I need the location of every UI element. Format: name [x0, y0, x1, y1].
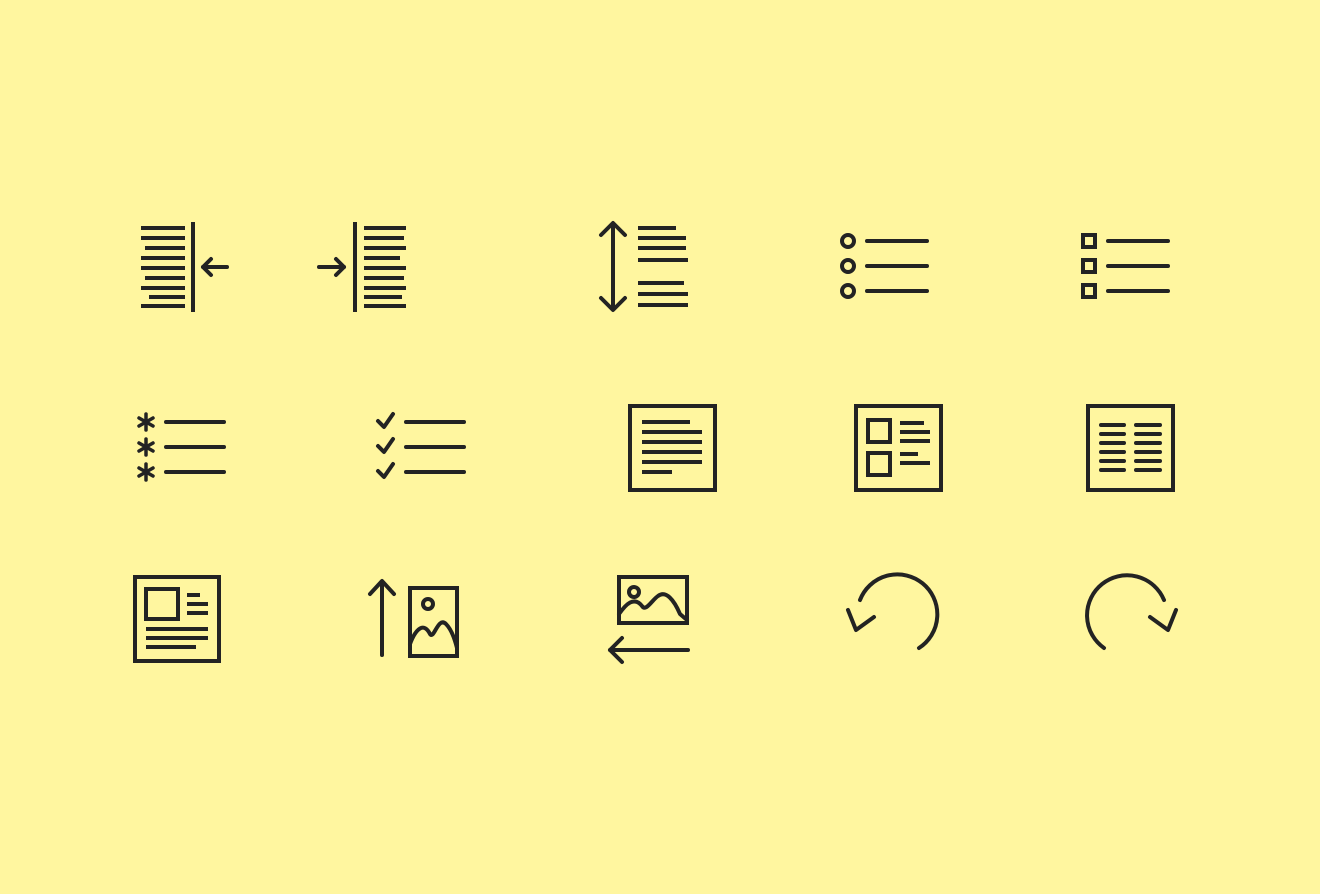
checklist-icon[interactable]	[376, 412, 466, 479]
layout-two-images-text-icon[interactable]	[854, 404, 943, 492]
align-left-indent-in-icon[interactable]	[317, 222, 406, 312]
undo-icon[interactable]	[846, 572, 940, 650]
image-wrap-arrow-icon[interactable]	[608, 575, 690, 664]
bulleted-list-square-icon[interactable]	[1081, 233, 1170, 299]
redo-icon[interactable]	[1085, 573, 1178, 650]
image-upload-arrow-icon[interactable]	[368, 579, 459, 658]
text-block-icon[interactable]	[628, 404, 717, 492]
bulleted-list-circle-icon[interactable]	[840, 233, 929, 299]
two-column-text-icon[interactable]	[1086, 404, 1175, 492]
align-right-indent-in-icon[interactable]	[141, 222, 229, 312]
bulleted-list-asterisk-icon[interactable]	[137, 412, 226, 482]
icon-set-canvas	[133, 221, 1178, 664]
line-height-icon[interactable]	[599, 221, 688, 312]
article-layout-icon[interactable]	[133, 575, 221, 663]
